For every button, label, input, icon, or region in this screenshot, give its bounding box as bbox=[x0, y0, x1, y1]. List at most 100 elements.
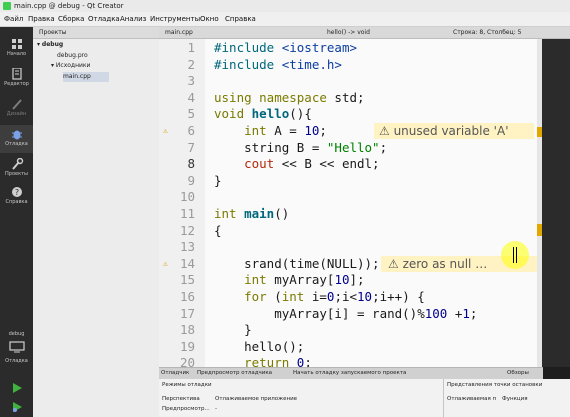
menu-help[interactable]: Справка bbox=[225, 12, 256, 26]
projects-panel-title: Проекты bbox=[39, 29, 67, 36]
code-line[interactable]: 7 string B = "Hello"; bbox=[159, 140, 537, 157]
menu-file[interactable]: Файл bbox=[4, 12, 23, 26]
code-token: void bbox=[214, 106, 252, 122]
code-line[interactable]: 15 int myArray[10]; bbox=[159, 272, 537, 289]
line-number: 18 bbox=[179, 322, 195, 338]
code-token: } bbox=[214, 172, 222, 188]
code-token: <time.h> bbox=[281, 56, 342, 72]
line-number: 6 bbox=[187, 123, 195, 138]
editor-scrollbar[interactable] bbox=[537, 39, 570, 367]
line-number: 12 bbox=[179, 222, 195, 238]
code-token: myArray[ bbox=[274, 272, 335, 288]
tab-debugger-preview[interactable]: Предпросмотр отладчика bbox=[197, 368, 272, 379]
line-number: 15 bbox=[179, 272, 195, 288]
menu-bar: Файл Правка Сборка Отладка Анализ Инстру… bbox=[0, 12, 570, 27]
unused-variable-warning: ⚠ unused variable 'A' bbox=[379, 124, 509, 138]
code-line[interactable]: 10 bbox=[159, 189, 537, 206]
zero-as-null-warning: ⚠ zero as null … bbox=[388, 257, 488, 271]
code-line[interactable]: 11 int main() bbox=[159, 206, 537, 223]
monitor-icon bbox=[8, 341, 25, 353]
line-number: 10 bbox=[179, 189, 195, 205]
line-number: 13 bbox=[179, 239, 195, 255]
code-text: srand(time(NULL)); bbox=[214, 255, 380, 273]
run-button[interactable] bbox=[11, 382, 23, 394]
window-titlebar: main.cpp @ debug - Qt Creator bbox=[0, 0, 570, 12]
kit-project-label: debug bbox=[8, 331, 25, 337]
kit-build-label: Отладка bbox=[5, 358, 28, 364]
breakpoints-col-debuggee: Отлаживаемая п bbox=[447, 396, 497, 402]
tree-item-pro-file[interactable]: debug.pro bbox=[57, 51, 88, 61]
preview-label: Предпросмотр... bbox=[162, 406, 210, 412]
mode-projects[interactable]: Проекты bbox=[0, 155, 33, 183]
start-debugging-link[interactable]: Начать отладку запускаемого проекта bbox=[293, 368, 406, 379]
code-text: return 0; bbox=[214, 355, 312, 367]
menu-analyze[interactable]: Анализ bbox=[120, 12, 146, 26]
code-line[interactable]: 1 #include <iostream> bbox=[159, 40, 537, 57]
code-line[interactable]: 12 { bbox=[159, 223, 537, 240]
menu-window[interactable]: Окно bbox=[200, 12, 219, 26]
warning-marker bbox=[537, 127, 542, 137]
code-text: hello(); bbox=[214, 339, 304, 356]
tree-item-sources[interactable]: ▾ Исходники bbox=[51, 61, 90, 71]
menu-edit[interactable]: Правка bbox=[28, 12, 55, 26]
grid-icon bbox=[11, 39, 22, 49]
tab-debugger[interactable]: Отладчик bbox=[161, 368, 189, 379]
code-token: srand(time(NULL)); bbox=[244, 255, 380, 271]
code-text: } bbox=[214, 322, 252, 339]
code-line[interactable]: 8 cout << B << endl; bbox=[159, 156, 537, 173]
mode-help[interactable]: ? Справка bbox=[0, 183, 33, 211]
editor-file-tab[interactable]: main.cpp bbox=[165, 27, 193, 38]
code-line[interactable]: 20 return 0; bbox=[159, 355, 537, 367]
code-line[interactable]: 9} bbox=[159, 173, 537, 190]
kit-selector[interactable]: debug Отладка bbox=[0, 330, 33, 370]
code-line[interactable]: 17 myArray[i] = rand()%100 +1; bbox=[159, 306, 537, 323]
code-line[interactable]: 16 for (int i=0;i<10;i++) { bbox=[159, 289, 537, 306]
code-line[interactable]: 4 using namespace std; bbox=[159, 90, 537, 107]
line-number: 20 bbox=[179, 355, 195, 367]
code-token: using namespace bbox=[214, 89, 335, 105]
perspective-value[interactable]: Отлаживаемое приложение bbox=[215, 396, 297, 402]
code-token: cout bbox=[244, 156, 275, 172]
mode-editor[interactable]: Редактор bbox=[0, 65, 33, 93]
code-text: #include <time.h> bbox=[214, 57, 342, 74]
line-number: 2 bbox=[187, 56, 195, 72]
warning-marker bbox=[537, 224, 542, 236]
tree-item-project[interactable]: ▾ debug bbox=[37, 40, 63, 50]
line-number: 1 bbox=[187, 40, 195, 55]
code-editor[interactable]: 1 #include <iostream> 2 #include <time.h> 3 4… bbox=[159, 39, 537, 367]
views-button[interactable]: Обзоры bbox=[507, 368, 529, 379]
code-token: ]; bbox=[349, 272, 365, 288]
preview-value: - bbox=[215, 406, 217, 412]
breakpoints-col-function: Функция bbox=[502, 396, 528, 402]
code-text: cout << B << endl; bbox=[214, 156, 379, 173]
code-token: { bbox=[214, 222, 222, 238]
code-text: for (int i=0;i<10;i++) { bbox=[214, 289, 425, 306]
start-debugging-button[interactable] bbox=[11, 401, 23, 413]
code-text: { bbox=[214, 223, 222, 240]
code-line[interactable]: 3 bbox=[159, 73, 537, 90]
line-number: 16 bbox=[179, 289, 195, 304]
mode-design[interactable]: Дизайн bbox=[0, 95, 33, 123]
code-text: int myArray[10]; bbox=[214, 272, 365, 289]
code-token: } bbox=[214, 322, 252, 338]
code-token: ; bbox=[304, 355, 312, 367]
code-line[interactable]: 5 void hello(){ bbox=[159, 106, 537, 123]
menu-debug[interactable]: Отладка bbox=[88, 12, 120, 26]
menu-tools[interactable]: Инструменты bbox=[150, 12, 200, 26]
menu-build[interactable]: Сборка bbox=[58, 12, 84, 26]
code-line[interactable]: 18 } bbox=[159, 322, 537, 339]
code-line[interactable]: 19 hello(); bbox=[159, 339, 537, 356]
line-number: 3 bbox=[187, 73, 195, 89]
mode-welcome[interactable]: Начало bbox=[0, 35, 33, 63]
bug-icon bbox=[11, 130, 22, 140]
mode-debug[interactable]: Отладка bbox=[0, 125, 33, 153]
code-token: ; bbox=[469, 305, 478, 321]
tree-item-main-cpp[interactable]: main.cpp bbox=[63, 72, 109, 82]
sources-folder-label: Исходники bbox=[55, 62, 91, 69]
code-line[interactable]: 2 #include <time.h> bbox=[159, 57, 537, 74]
breakpoints-panel: Представления точки остановки Отлаживаем… bbox=[443, 379, 570, 417]
code-line[interactable]: 13 bbox=[159, 239, 537, 256]
symbol-selector[interactable]: hello() -> void bbox=[327, 27, 370, 38]
